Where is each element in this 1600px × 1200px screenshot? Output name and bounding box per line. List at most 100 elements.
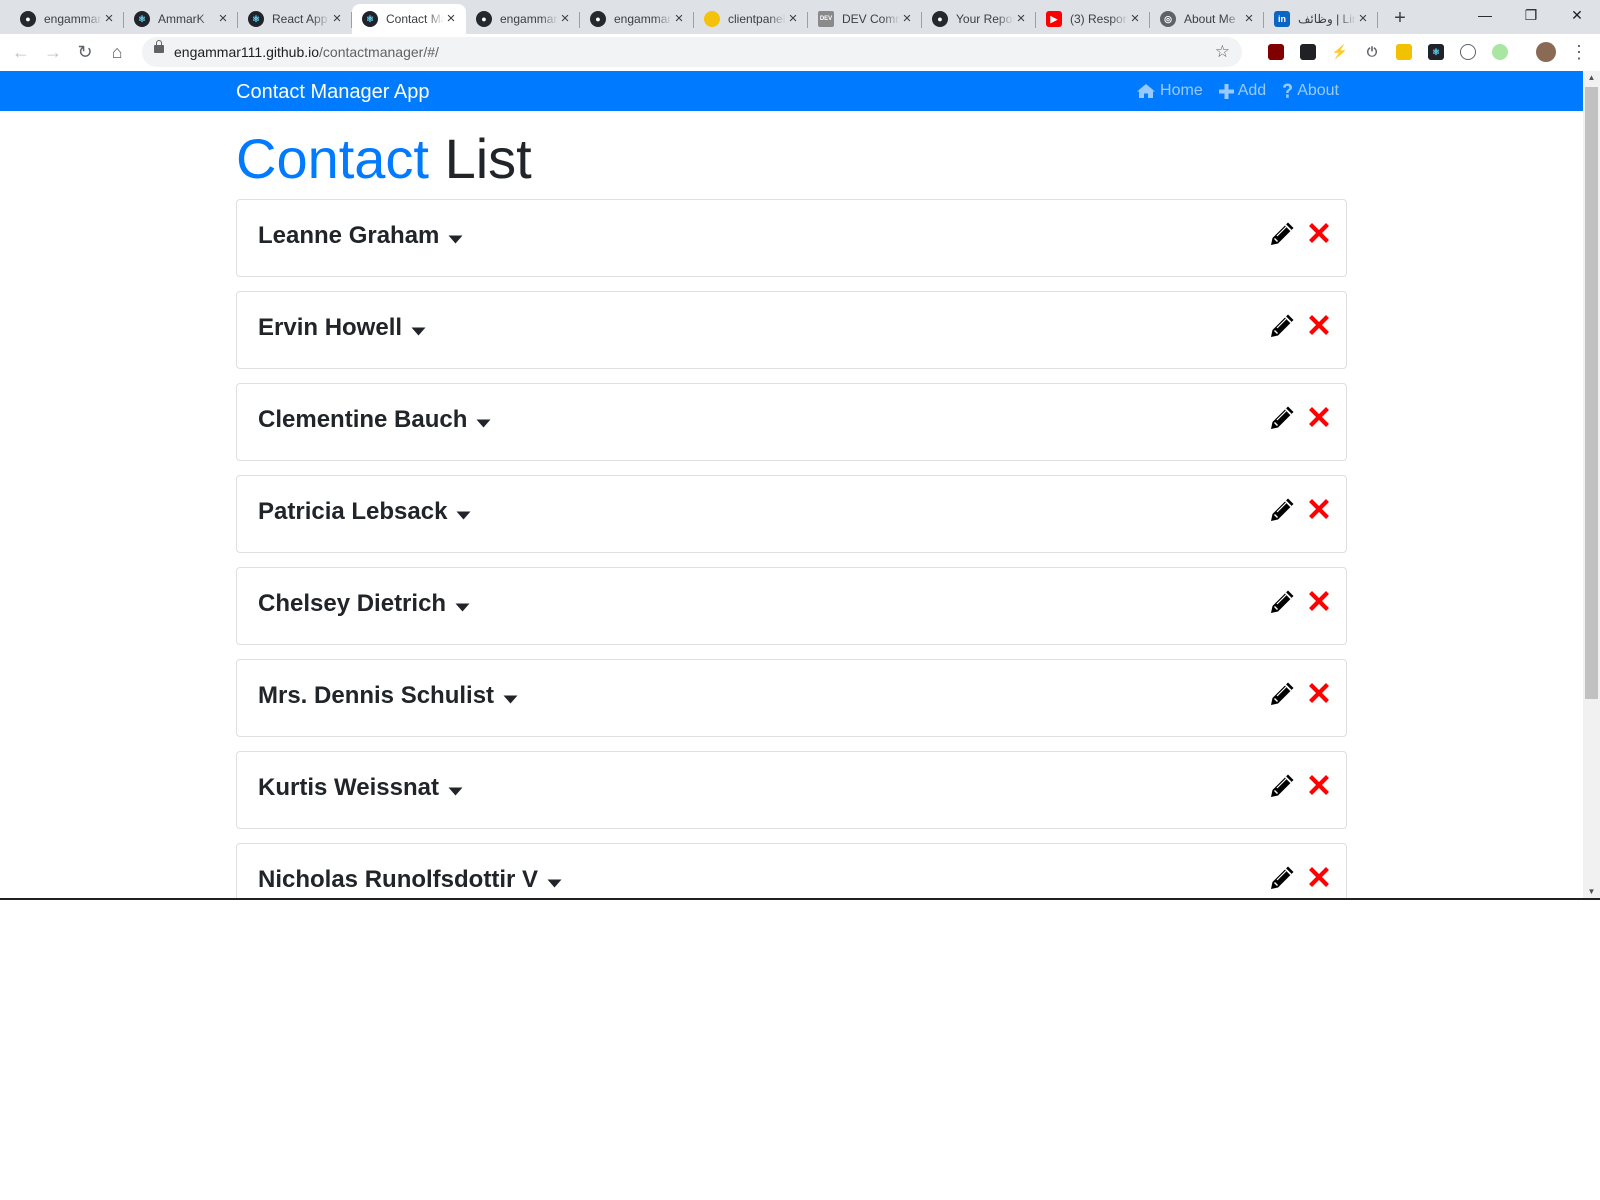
caret-down-icon[interactable] xyxy=(456,511,471,520)
contact-name-toggle[interactable]: Clementine Bauch xyxy=(258,384,491,456)
browser-tab[interactable]: ● engammar111× xyxy=(466,4,580,34)
github-icon: ● xyxy=(20,11,36,27)
contact-name-toggle[interactable]: Chelsey Dietrich xyxy=(258,568,470,640)
nav-about-label: About xyxy=(1297,82,1339,99)
page-viewport: Contact Manager App Home Add About Conta… xyxy=(0,71,1583,899)
contact-name: Leanne Graham xyxy=(258,222,440,249)
new-tab-button[interactable]: + xyxy=(1386,6,1414,30)
page-scrollbar[interactable]: ▲ ▼ xyxy=(1583,71,1600,899)
contact-card: Ervin Howell xyxy=(236,291,1347,369)
pencil-icon[interactable] xyxy=(1269,773,1295,799)
ublock-extension-icon[interactable] xyxy=(1268,44,1284,60)
delete-x-icon[interactable] xyxy=(1309,407,1329,427)
delete-x-icon[interactable] xyxy=(1309,315,1329,335)
close-tab-icon[interactable]: × xyxy=(1014,11,1028,26)
contact-name-toggle[interactable]: Ervin Howell xyxy=(258,292,426,364)
browser-tab[interactable]: ● Your Repositories× xyxy=(922,4,1036,34)
caret-down-icon[interactable] xyxy=(448,235,463,244)
forward-button[interactable]: → xyxy=(39,38,67,66)
contact-name-toggle[interactable]: Nicholas Runolfsdottir V xyxy=(258,844,562,899)
pencil-icon[interactable] xyxy=(1269,313,1295,339)
close-tab-icon[interactable]: × xyxy=(1128,11,1142,26)
profile-avatar[interactable] xyxy=(1536,42,1556,62)
browser-tab[interactable]: DEV DEV Community× xyxy=(808,4,922,34)
react-devtools-extension-icon[interactable]: ⚛ xyxy=(1428,44,1444,60)
home-button[interactable]: ⌂ xyxy=(103,38,131,66)
green-extension-icon[interactable] xyxy=(1492,44,1508,60)
layers-extension-icon[interactable] xyxy=(1300,44,1316,60)
scroll-down-arrow-icon[interactable]: ▼ xyxy=(1583,885,1600,899)
address-bar[interactable]: engammar111.github.io/contactmanager/#/ … xyxy=(142,37,1242,67)
pencil-icon[interactable] xyxy=(1269,865,1295,891)
pencil-icon[interactable] xyxy=(1269,405,1295,431)
contact-name-toggle[interactable]: Leanne Graham xyxy=(258,200,463,272)
globe-icon: ◎ xyxy=(1160,11,1176,27)
caret-down-icon[interactable] xyxy=(503,695,518,704)
browser-tab[interactable]: ⚛ React App × xyxy=(238,4,352,34)
close-tab-icon[interactable]: × xyxy=(672,11,686,26)
nav-add-label: Add xyxy=(1237,82,1267,99)
react-icon: ⚛ xyxy=(134,11,150,27)
browser-tab-label: engammar111 xyxy=(614,12,672,26)
scrollbar-thumb[interactable] xyxy=(1585,87,1598,699)
delete-x-icon[interactable] xyxy=(1309,867,1329,887)
browser-tab-label: AmmarK xyxy=(158,12,205,26)
pencil-icon[interactable] xyxy=(1269,221,1295,247)
app-brand[interactable]: Contact Manager App xyxy=(236,71,429,113)
browser-tab[interactable]: ◎ About Me × xyxy=(1150,4,1264,34)
delete-x-icon[interactable] xyxy=(1309,683,1329,703)
close-tab-icon[interactable]: × xyxy=(444,11,458,26)
caret-down-icon[interactable] xyxy=(411,327,426,336)
delete-x-icon[interactable] xyxy=(1309,499,1329,519)
app-navbar: Contact Manager App Home Add About xyxy=(0,71,1583,111)
contact-card: Kurtis Weissnat xyxy=(236,751,1347,829)
browser-tab[interactable]: clientpanel × xyxy=(694,4,808,34)
browser-tab[interactable]: ● engammar111× xyxy=(580,4,694,34)
caret-down-icon[interactable] xyxy=(547,879,562,888)
browser-tab[interactable]: in وظائف | LinkedIn× xyxy=(1264,4,1378,34)
caret-down-icon[interactable] xyxy=(455,603,470,612)
close-tab-icon[interactable]: × xyxy=(1356,11,1370,26)
browser-tab[interactable]: ● engammar111 · GitHub× xyxy=(10,4,124,34)
browser-tab[interactable]: ⚛ AmmarK × xyxy=(124,4,238,34)
contact-name: Mrs. Dennis Schulist xyxy=(258,682,495,709)
pencil-icon[interactable] xyxy=(1269,497,1295,523)
circle-extension-icon[interactable] xyxy=(1460,44,1476,60)
pencil-icon[interactable] xyxy=(1269,681,1295,707)
delete-x-icon[interactable] xyxy=(1309,223,1329,243)
nav-add-link[interactable]: Add xyxy=(1218,82,1267,100)
minimize-button[interactable]: — xyxy=(1462,0,1508,30)
restore-button[interactable]: ❐ xyxy=(1508,0,1554,30)
browser-menu-icon[interactable]: ⋮ xyxy=(1570,40,1588,64)
close-tab-icon[interactable]: × xyxy=(900,11,914,26)
contact-name: Patricia Lebsack xyxy=(258,498,448,525)
caret-down-icon[interactable] xyxy=(476,419,491,428)
lightning-extension-icon[interactable]: ⚡ xyxy=(1332,44,1348,60)
close-tab-icon[interactable]: × xyxy=(216,11,230,26)
close-tab-icon[interactable]: × xyxy=(102,11,116,26)
bookmark-star-icon[interactable]: ☆ xyxy=(1215,37,1230,67)
contact-name-toggle[interactable]: Mrs. Dennis Schulist xyxy=(258,660,518,732)
close-tab-icon[interactable]: × xyxy=(786,11,800,26)
browser-tab[interactable]: ▶ (3) Responsive× xyxy=(1036,4,1150,34)
nav-home-link[interactable]: Home xyxy=(1136,82,1203,100)
scroll-up-arrow-icon[interactable]: ▲ xyxy=(1583,71,1600,85)
reload-button[interactable]: ↻ xyxy=(71,38,99,66)
delete-x-icon[interactable] xyxy=(1309,775,1329,795)
browser-tab-label: engammar111 xyxy=(500,12,558,26)
close-tab-icon[interactable]: × xyxy=(558,11,572,26)
youtube-icon: ▶ xyxy=(1046,11,1062,27)
close-window-button[interactable]: ✕ xyxy=(1554,0,1600,30)
close-tab-icon[interactable]: × xyxy=(330,11,344,26)
yellow-extension-icon[interactable] xyxy=(1396,44,1412,60)
nav-about-link[interactable]: About xyxy=(1282,82,1339,100)
close-tab-icon[interactable]: × xyxy=(1242,11,1256,26)
caret-down-icon[interactable] xyxy=(448,787,463,796)
power-extension-icon[interactable]: ⏻ xyxy=(1364,44,1380,60)
back-button[interactable]: ← xyxy=(7,38,35,66)
browser-tab[interactable]: ⚛ Contact Manager× xyxy=(352,4,466,34)
contact-name-toggle[interactable]: Patricia Lebsack xyxy=(258,476,471,548)
pencil-icon[interactable] xyxy=(1269,589,1295,615)
delete-x-icon[interactable] xyxy=(1309,591,1329,611)
contact-name-toggle[interactable]: Kurtis Weissnat xyxy=(258,752,463,824)
